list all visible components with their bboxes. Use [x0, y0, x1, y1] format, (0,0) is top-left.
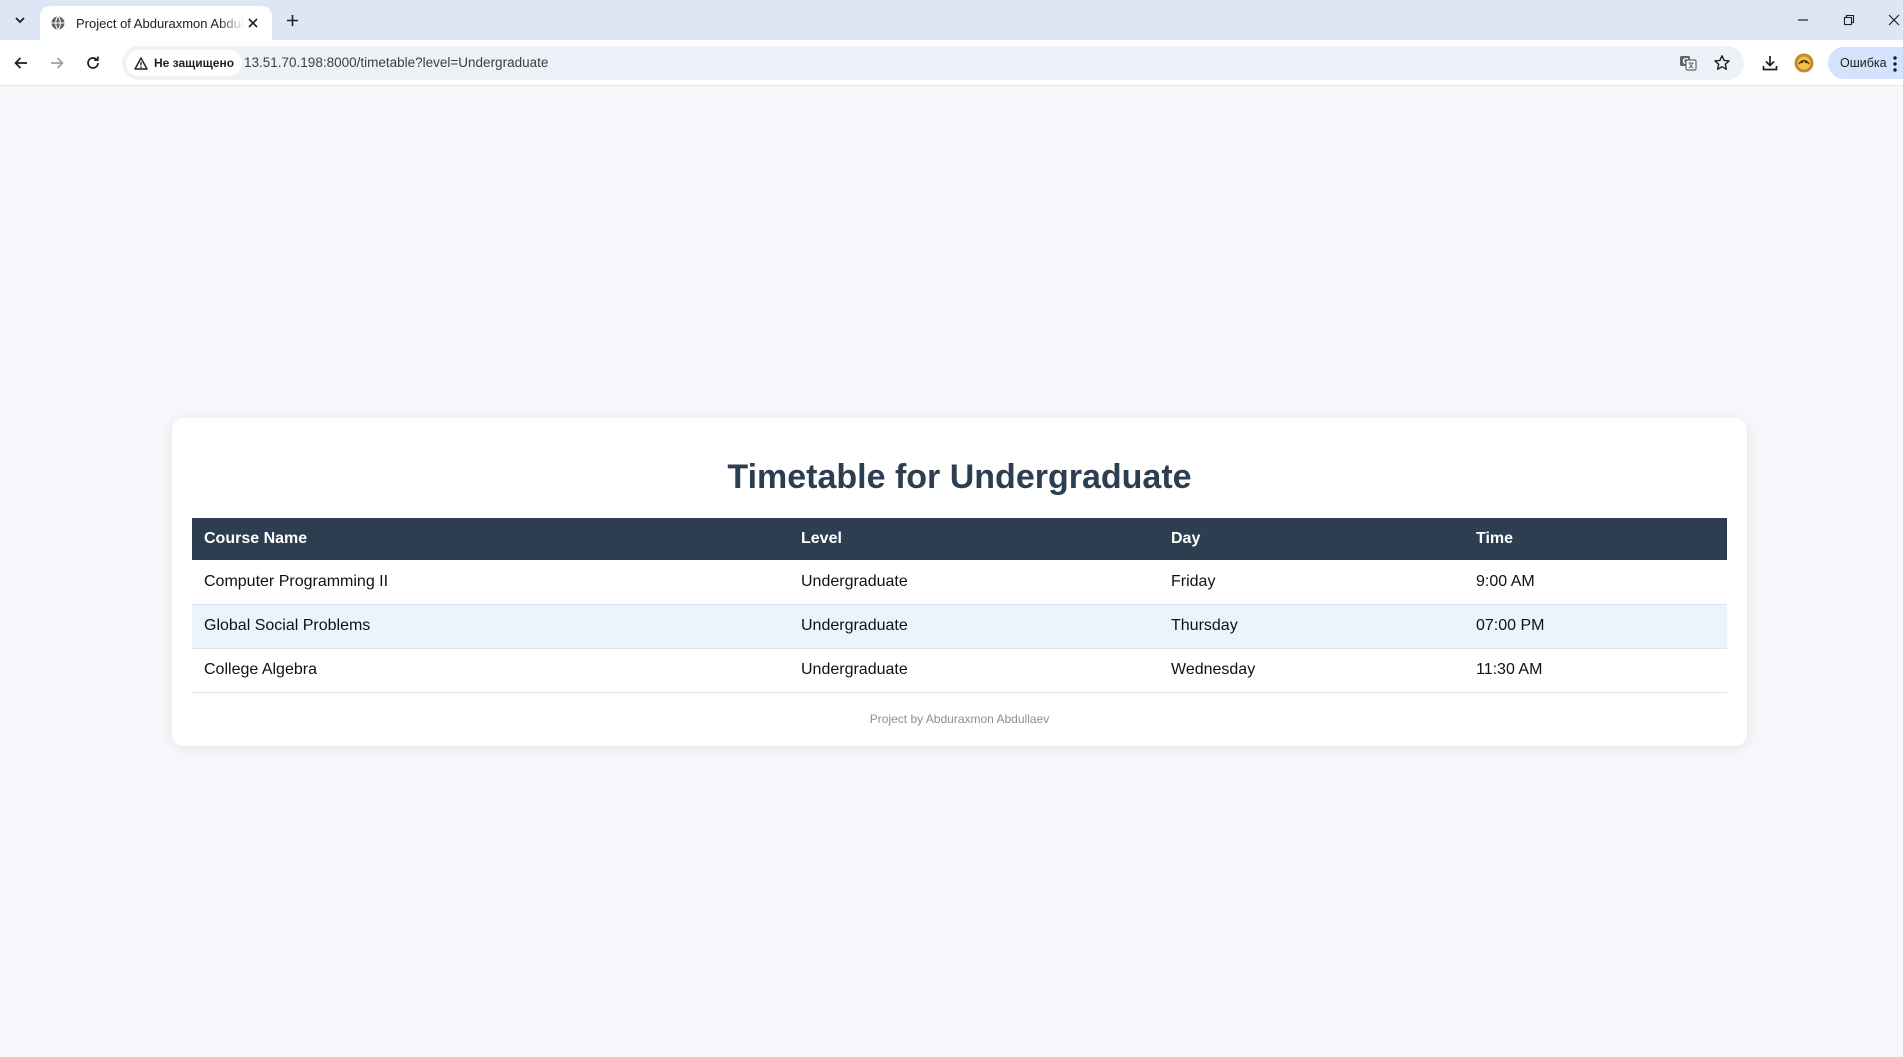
close-icon — [1888, 14, 1900, 26]
cell-level: Undergraduate — [789, 560, 1159, 605]
tab-search-button[interactable] — [8, 8, 32, 32]
browser-toolbar: Не защищено 13.51.70.198:8000/timetable?… — [0, 40, 1903, 86]
cell-time: 11:30 AM — [1464, 648, 1727, 693]
timetable-card: Timetable for Undergraduate Course Name … — [172, 418, 1747, 746]
column-header-time: Time — [1464, 518, 1727, 560]
cell-time: 07:00 PM — [1464, 604, 1727, 649]
tab-title: Project of Abduraxmon Abdullaev — [76, 15, 244, 31]
minimize-button[interactable] — [1791, 8, 1815, 32]
url-text[interactable]: 13.51.70.198:8000/timetable?level=Underg… — [244, 55, 548, 70]
close-icon[interactable] — [244, 14, 262, 32]
cell-level: Undergraduate — [789, 648, 1159, 693]
cell-day: Thursday — [1159, 604, 1464, 649]
plus-icon — [286, 14, 298, 26]
table-row: Computer Programming II Undergraduate Fr… — [192, 560, 1727, 605]
minimize-icon — [1798, 19, 1808, 21]
cell-course-name: Global Social Problems — [192, 604, 789, 649]
globe-icon — [50, 15, 66, 31]
arrow-right-icon — [51, 57, 64, 69]
menu-icon[interactable] — [1892, 55, 1898, 73]
back-button[interactable] — [8, 50, 34, 76]
cell-level: Undergraduate — [789, 604, 1159, 649]
table-row: College Algebra Undergraduate Wednesday … — [192, 648, 1727, 693]
download-icon[interactable] — [1757, 50, 1783, 76]
restore-button[interactable] — [1837, 8, 1861, 32]
security-label: Не защищено — [154, 56, 235, 70]
cell-time: 9:00 AM — [1464, 560, 1727, 605]
address-bar[interactable]: Не защищено 13.51.70.198:8000/timetable?… — [122, 46, 1744, 80]
table-row: Global Social Problems Undergraduate Thu… — [192, 604, 1727, 649]
new-tab-button[interactable] — [281, 9, 303, 31]
browser-tab-active[interactable]: Project of Abduraxmon Abdullaev — [40, 6, 272, 40]
reload-icon — [87, 56, 99, 69]
tab-strip: Project of Abduraxmon Abdullaev — [0, 0, 1903, 40]
cell-course-name: Computer Programming II — [192, 560, 789, 605]
restore-icon — [1843, 14, 1855, 26]
table-header-row: Course Name Level Day Time — [192, 518, 1727, 560]
cell-day: Wednesday — [1159, 648, 1464, 693]
timetable-table: Course Name Level Day Time Computer Prog… — [192, 518, 1727, 693]
security-indicator[interactable]: Не защищено — [126, 50, 243, 76]
page-title: Timetable for Undergraduate — [727, 458, 1192, 496]
column-header-course-name: Course Name — [192, 518, 789, 560]
profile-label: Ошибка — [1840, 56, 1887, 70]
close-window-button[interactable] — [1882, 8, 1903, 32]
extension-avatar-icon[interactable] — [1791, 50, 1817, 76]
chevron-down-icon — [15, 17, 25, 24]
arrow-left-icon — [14, 57, 27, 69]
translate-icon[interactable]: G — [1677, 52, 1699, 74]
star-icon[interactable] — [1711, 52, 1733, 74]
cell-day: Friday — [1159, 560, 1464, 605]
column-header-day: Day — [1159, 518, 1464, 560]
warning-triangle-icon — [134, 56, 148, 70]
column-header-level: Level — [789, 518, 1159, 560]
forward-button[interactable] — [44, 50, 70, 76]
reload-button[interactable] — [80, 50, 106, 76]
page-footer: Project by Abduraxmon Abdullaev — [869, 712, 1050, 726]
cell-course-name: College Algebra — [192, 648, 789, 693]
